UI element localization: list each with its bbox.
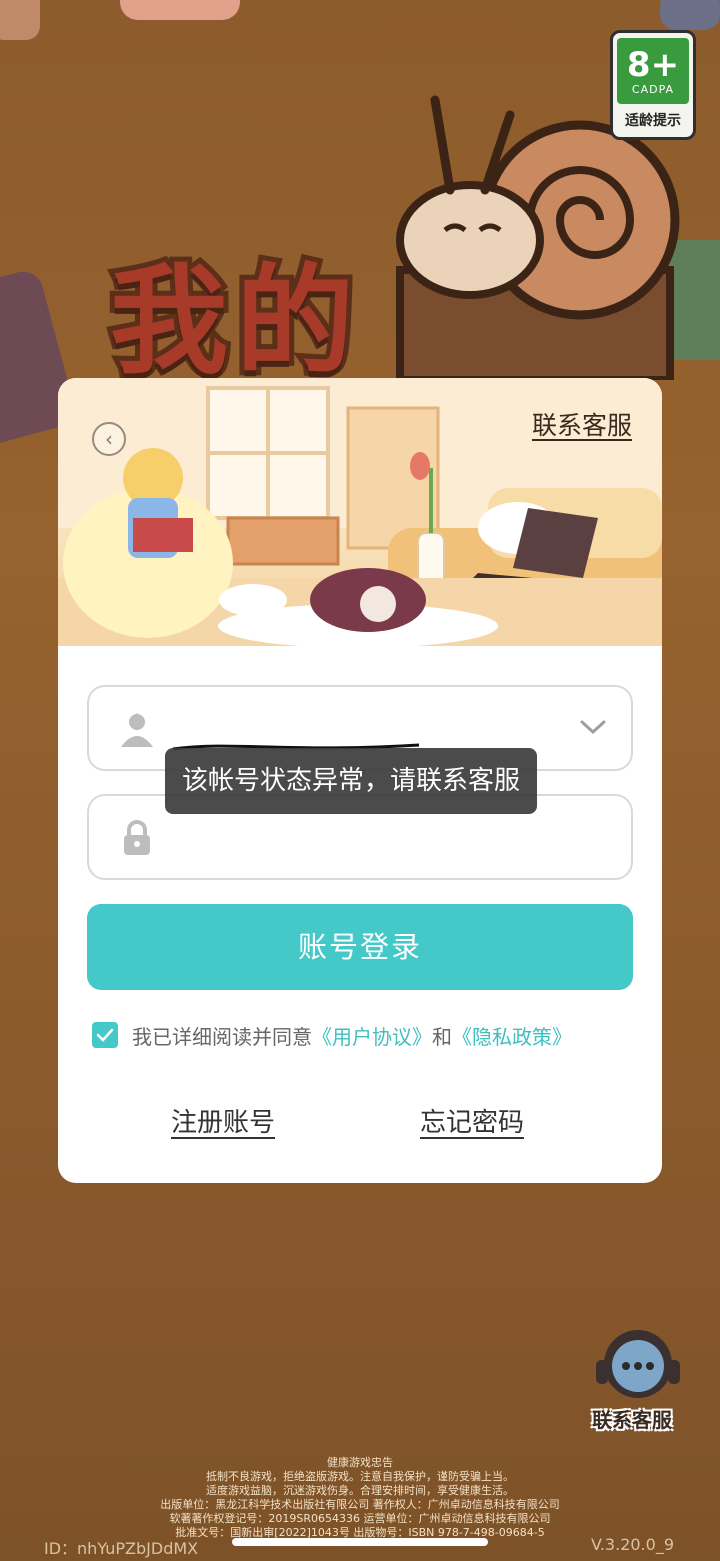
footer-line: 适度游戏益脑，沉迷游戏伤身。合理安排时间，享受健康生活。 bbox=[206, 1484, 514, 1497]
device-id: ID：nhYuPZbJDdMX bbox=[44, 1539, 199, 1558]
bg-decoration bbox=[0, 0, 40, 40]
health-advisory-footer: 健康游戏忠告 抵制不良游戏，拒绝盗版游戏。注意自我保护，谨防受骗上当。 适度游戏… bbox=[0, 1456, 720, 1540]
age-rating-tip: 适龄提示 bbox=[625, 113, 681, 129]
dialog-banner: ‹ 联系客服 bbox=[58, 378, 662, 646]
register-link[interactable]: 注册账号 bbox=[171, 1102, 275, 1139]
footer-line: 健康游戏忠告 bbox=[327, 1456, 393, 1469]
age-rating-org: CADPA bbox=[631, 82, 675, 96]
contact-service-link[interactable]: 联系客服 bbox=[532, 406, 632, 442]
agreement-prefix: 我已详细阅读并同意 bbox=[132, 1024, 312, 1049]
agreement-and: 和 bbox=[432, 1024, 452, 1049]
forgot-password-link[interactable]: 忘记密码 bbox=[420, 1102, 524, 1139]
user-agreement-link[interactable]: 《用户协议》 bbox=[312, 1021, 432, 1050]
error-toast: 该帐号状态异常，请联系客服 bbox=[165, 748, 538, 814]
lock-icon bbox=[124, 820, 150, 855]
login-button[interactable]: 账号登录 bbox=[87, 904, 633, 990]
home-indicator[interactable] bbox=[232, 1538, 488, 1546]
footer-line: 抵制不良游戏，拒绝盗版游戏。注意自我保护，谨防受骗上当。 bbox=[206, 1470, 514, 1483]
privacy-policy-link[interactable]: 《隐私政策》 bbox=[452, 1021, 572, 1050]
age-rating: 8+ bbox=[626, 44, 680, 85]
floating-contact-label: 联系客服 bbox=[592, 1408, 672, 1432]
user-icon bbox=[121, 713, 153, 747]
footer-line: 软著著作权登记号：2019SR0654336 运营单位：广州卓动信息科技有限公司 bbox=[169, 1512, 551, 1525]
agreement-checkbox[interactable] bbox=[92, 1022, 118, 1048]
floating-contact-service[interactable]: 联系客服 bbox=[588, 1326, 688, 1436]
bottom-links: 注册账号 忘记密码 bbox=[58, 1102, 662, 1142]
check-icon bbox=[96, 1028, 114, 1042]
footer-line: 出版单位：黑龙江科学技术出版社有限公司 著作权人：广州卓动信息科技有限公司 bbox=[160, 1498, 560, 1511]
headset-icon bbox=[596, 1330, 680, 1398]
age-rating-badge: 8+ CADPA 适龄提示 bbox=[610, 30, 696, 140]
bg-decoration bbox=[120, 0, 240, 20]
bg-decoration bbox=[660, 0, 720, 30]
login-dialog: ‹ 联系客服 该帐号状态异常，请联系客服 账号登录 我已详细阅读并同意 《用户协… bbox=[58, 378, 662, 1183]
age-rating-block: 8+ CADPA bbox=[617, 38, 689, 104]
game-title-logo: 我的 bbox=[105, 247, 363, 395]
back-arrow-icon[interactable]: ‹ bbox=[92, 422, 126, 456]
version-label: V.3.20.0_9 bbox=[590, 1535, 674, 1554]
agreement-row: 我已详细阅读并同意 《用户协议》 和 《隐私政策》 bbox=[92, 1020, 572, 1050]
chevron-down-icon[interactable] bbox=[579, 717, 607, 737]
